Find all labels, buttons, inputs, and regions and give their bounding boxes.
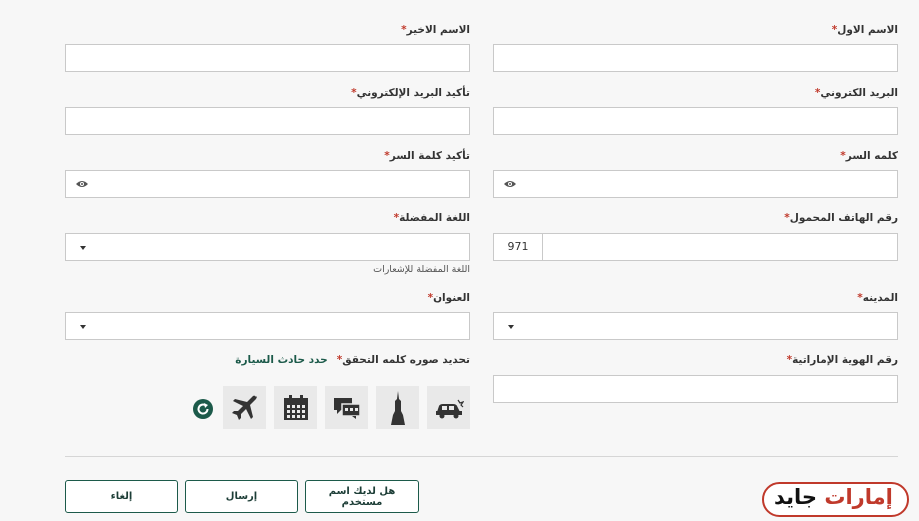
form-divider [65,456,898,457]
cancel-button[interactable]: إلغاء [65,480,178,513]
airplane-icon[interactable] [223,386,266,429]
chat-bubbles-icon[interactable] [325,386,368,429]
password-label: كلمه السر* [840,150,898,162]
last-name-label: الاسم الاخير* [401,24,470,36]
mobile-label: رقم الهاتف المحمول* [784,212,898,224]
password-confirm-label: تأكيد كلمة السر* [384,150,470,162]
emirates-id-input[interactable] [493,375,898,403]
burj-tower-icon[interactable] [376,386,419,429]
first-name-label: الاسم الاول* [831,24,898,36]
calendar-icon[interactable] [274,386,317,429]
site-logo: إمارات جايد [762,482,909,517]
mobile-input[interactable]: 971 [493,233,898,261]
language-label: اللغة المفضلة* [393,212,470,224]
captcha-label: تحديد صوره كلمه التحقق*حدد حادث السيارة [235,354,470,366]
car-crash-icon[interactable] [427,386,470,429]
email-input[interactable] [493,107,898,135]
chevron-down-icon [80,325,86,329]
email-confirm-label: تأكيد البريد الإلكتروني* [351,87,470,99]
email-label: البريد الكتروني* [814,87,898,99]
city-select[interactable] [493,312,898,340]
address-select[interactable] [65,312,470,340]
submit-button[interactable]: إرسال [185,480,298,513]
first-name-input[interactable] [493,44,898,72]
language-select[interactable] [65,233,470,261]
language-hint: اللغة المفضلة للإشعارات [373,264,470,275]
password-confirm-input[interactable] [65,170,470,198]
email-confirm-input[interactable] [65,107,470,135]
chevron-down-icon [508,325,514,329]
have-username-button[interactable]: هل لديك اسم مستخدم [305,480,419,513]
captcha-instruction: حدد حادث السيارة [235,354,328,366]
password-input[interactable] [493,170,898,198]
eye-icon[interactable] [75,179,89,189]
city-label: المدينه* [857,292,898,304]
country-code-prefix: 971 [494,234,543,260]
address-label: العنوان* [427,292,470,304]
eye-icon[interactable] [503,179,517,189]
last-name-input[interactable] [65,44,470,72]
emirates-id-label: رقم الهوية الإماراتية* [786,354,898,366]
chevron-down-icon [80,246,86,250]
refresh-captcha-icon[interactable] [193,399,213,419]
